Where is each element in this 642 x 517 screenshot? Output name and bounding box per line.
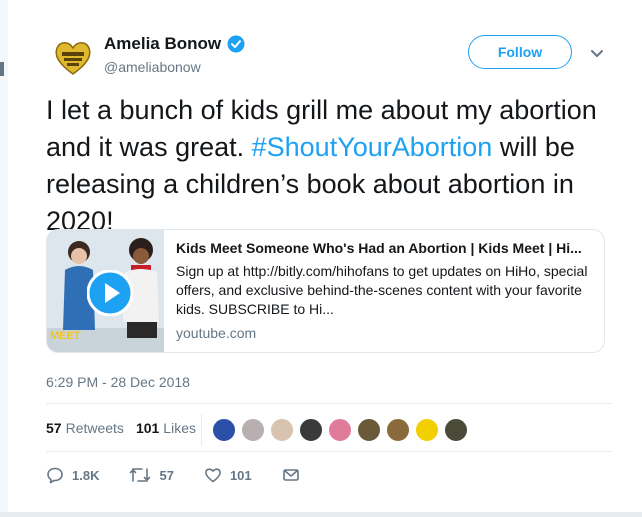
heart-icon [205, 468, 221, 483]
liker-avatar[interactable] [241, 418, 265, 442]
author-handle[interactable]: @ameliabonow [104, 59, 201, 75]
play-icon[interactable] [87, 270, 133, 316]
edge-marker [0, 62, 4, 76]
tweet-actions: 1.8K 57 101 [46, 466, 338, 484]
reply-button[interactable]: 1.8K [46, 466, 99, 484]
author-display-name[interactable]: Amelia Bonow [104, 34, 221, 54]
like-count: 101 [135, 420, 160, 436]
retweet-action-count: 57 [159, 467, 174, 483]
like-button[interactable]: 101 [204, 466, 252, 484]
tweet-text: I let a bunch of kids grill me about my … [46, 92, 612, 240]
liker-avatar[interactable] [270, 418, 294, 442]
reply-count: 1.8K [72, 467, 100, 483]
tweet-timestamp[interactable]: 6:29 PM - 28 Dec 2018 [46, 374, 190, 390]
thumbnail-caption: MEET [50, 330, 81, 342]
heart-logo-icon [55, 42, 91, 75]
card-body: Kids Meet Someone Who's Had an Abortion … [164, 230, 604, 352]
liker-avatars [201, 414, 473, 446]
retweet-icon [130, 468, 151, 482]
engagement-stats: 57 Retweets 101 Likes [46, 420, 208, 436]
like-label: Likes [163, 420, 196, 436]
card-domain: youtube.com [176, 325, 257, 341]
divider [46, 403, 612, 404]
hashtag-link[interactable]: #ShoutYourAbortion [252, 132, 493, 162]
author-name-row: Amelia Bonow [104, 34, 245, 54]
bottom-bar [0, 512, 642, 517]
liker-avatar[interactable] [328, 418, 352, 442]
card-description: Sign up at http://bitly.com/hihofans to … [176, 263, 588, 317]
retweet-button[interactable]: 57 [129, 466, 174, 484]
divider [46, 451, 612, 452]
follow-button[interactable]: Follow [468, 35, 572, 69]
direct-message-button[interactable] [282, 466, 308, 484]
like-stat[interactable]: 101 Likes [136, 420, 196, 436]
card-title[interactable]: Kids Meet Someone Who's Had an Abortion … [176, 240, 586, 256]
liker-avatar[interactable] [444, 418, 468, 442]
verified-badge-icon [227, 35, 245, 53]
like-action-count: 101 [229, 467, 252, 483]
link-card[interactable]: MEET Kids Meet Someone Who's Had an Abor… [46, 229, 605, 353]
author-avatar[interactable] [50, 34, 96, 80]
window-edge [0, 0, 8, 517]
retweet-label: Retweets [65, 420, 124, 436]
liker-avatar[interactable] [386, 418, 410, 442]
liker-avatar[interactable] [212, 418, 236, 442]
chevron-down-icon[interactable] [588, 44, 606, 62]
retweet-count: 57 [46, 420, 62, 436]
video-thumbnail[interactable]: MEET [47, 230, 164, 352]
retweet-stat[interactable]: 57 Retweets [46, 420, 124, 436]
liker-avatar[interactable] [415, 418, 439, 442]
envelope-icon [282, 469, 299, 481]
reply-icon [47, 467, 63, 484]
liker-avatar[interactable] [299, 418, 323, 442]
liker-avatar[interactable] [357, 418, 381, 442]
